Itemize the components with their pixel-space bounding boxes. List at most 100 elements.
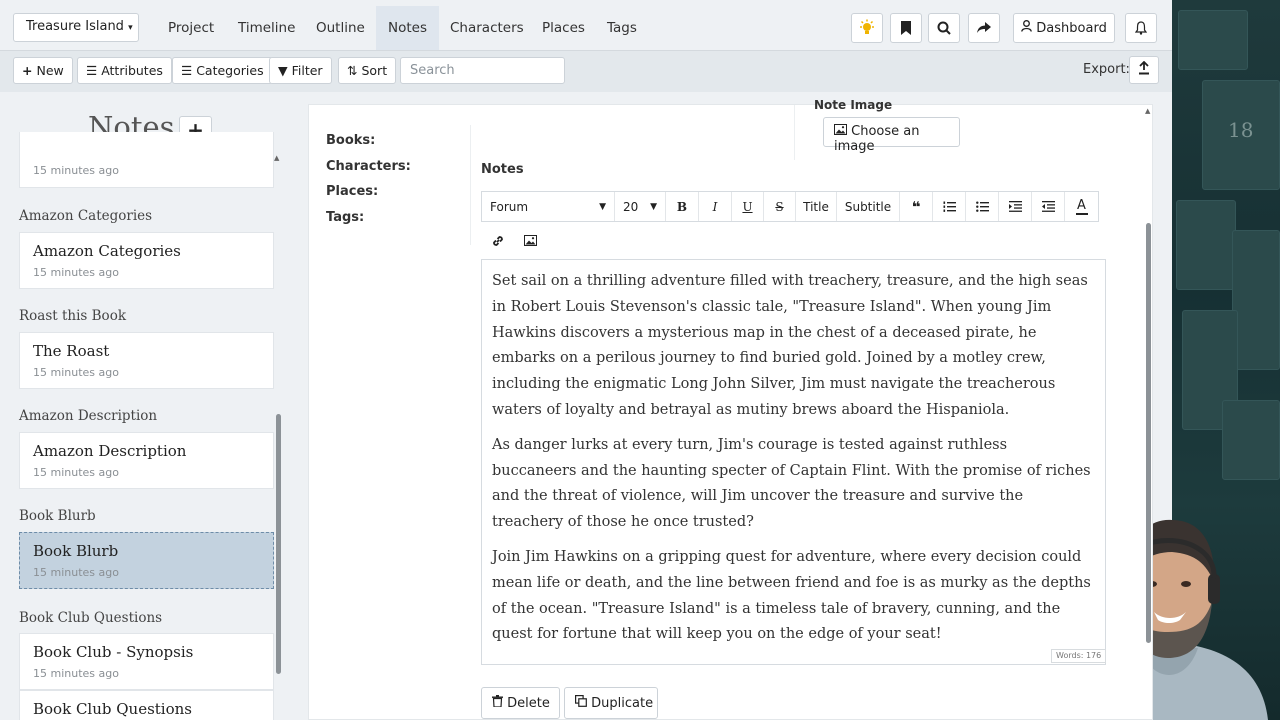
font-select-value: Forum	[490, 199, 529, 214]
title-format-button[interactable]: Title	[796, 192, 837, 221]
nav-timeline[interactable]: Timeline	[238, 6, 295, 50]
text-color-icon[interactable]: A	[1065, 192, 1098, 221]
indent-icon[interactable]	[999, 192, 1032, 221]
editor-paragraph: Join Jim Hawkins on a gripping quest for…	[492, 548, 1091, 643]
editor-paragraph: Set sail on a thrilling adventure filled…	[492, 273, 1088, 418]
list-item[interactable]: The Roast 15 minutes ago	[19, 332, 274, 389]
list-item[interactable]: 15 minutes ago	[19, 132, 274, 188]
caret-down-icon: ▼	[599, 201, 606, 212]
note-timestamp: 15 minutes ago	[33, 266, 119, 279]
sort-label: Sort	[361, 63, 388, 78]
choose-image-button[interactable]: Choose an image	[823, 117, 960, 154]
list-icon: ☰	[86, 63, 98, 78]
group-label: Book Club Questions	[19, 610, 163, 626]
editor-toolbar-row2	[481, 226, 547, 255]
categories-label: Categories	[196, 63, 264, 78]
nav-places[interactable]: Places	[542, 6, 585, 50]
note-image-label: Note Image	[814, 98, 893, 112]
filter-icon: ▼	[278, 63, 288, 78]
list-item[interactable]: Book Club - Synopsis 15 minutes ago	[19, 633, 274, 690]
note-text-editor[interactable]: Set sail on a thrilling adventure filled…	[481, 259, 1106, 665]
nav-tags[interactable]: Tags	[607, 6, 637, 50]
link-icon[interactable]	[481, 226, 514, 255]
scroll-up-arrow-icon[interactable]: ▲	[274, 154, 279, 162]
ordered-list-icon[interactable]	[933, 192, 966, 221]
trash-icon	[492, 695, 507, 711]
filter-label: Filter	[291, 63, 323, 78]
dashboard-button[interactable]: Dashboard	[1013, 13, 1115, 43]
share-arrow-icon	[977, 22, 991, 33]
plus-icon: +	[22, 63, 33, 78]
note-timestamp: 15 minutes ago	[33, 164, 119, 177]
sort-button[interactable]: ⇅ Sort	[338, 57, 397, 84]
list-item[interactable]: Amazon Categories 15 minutes ago	[19, 232, 274, 289]
group-label: Amazon Categories	[19, 208, 153, 224]
insert-image-icon[interactable]	[514, 226, 547, 255]
export-button[interactable]	[1129, 56, 1159, 84]
note-title: Book Club - Synopsis	[33, 643, 194, 661]
notes-field-label: Notes	[481, 162, 524, 177]
export-label: Export:	[1083, 62, 1130, 77]
export-icon	[1139, 60, 1149, 75]
sidebar-scrollbar[interactable]	[276, 414, 281, 674]
nav-project[interactable]: Project	[168, 6, 214, 50]
quote-icon[interactable]: ❝	[900, 192, 933, 221]
editor-toolbar: Forum ▼ 20 ▼ B I U S Title Subtitle ❝ A	[481, 191, 1099, 222]
strikethrough-icon[interactable]: S	[764, 192, 796, 221]
places-label: Places:	[326, 184, 379, 199]
search-button[interactable]	[928, 13, 960, 43]
underline-icon[interactable]: U	[732, 192, 764, 221]
font-size-select[interactable]: 20 ▼	[615, 192, 666, 221]
bullet-list-icon[interactable]	[966, 192, 999, 221]
notes-toolbar: + New ☰ Attributes ☰ Categories ▼ Filter…	[0, 50, 1172, 92]
search-icon	[937, 21, 951, 35]
ideas-button[interactable]	[851, 13, 883, 43]
tags-label: Tags:	[326, 210, 365, 225]
note-timestamp: 15 minutes ago	[33, 566, 119, 579]
caret-down-icon: ▼	[650, 201, 657, 212]
new-note-button[interactable]: + New	[13, 57, 73, 84]
subtitle-format-button[interactable]: Subtitle	[837, 192, 900, 221]
group-label: Roast this Book	[19, 308, 126, 324]
image-icon	[834, 124, 851, 139]
delete-button[interactable]: Delete	[481, 687, 560, 719]
bookmark-button[interactable]	[890, 13, 922, 43]
bold-icon[interactable]: B	[666, 192, 699, 221]
duplicate-button[interactable]: Duplicate	[564, 687, 658, 719]
word-count: Words: 176	[1051, 649, 1106, 663]
note-title: Amazon Categories	[33, 242, 181, 260]
note-timestamp: 15 minutes ago	[33, 366, 119, 379]
bell-icon	[1135, 21, 1147, 35]
duplicate-label: Duplicate	[591, 696, 654, 711]
note-title: Amazon Description	[33, 442, 187, 460]
notifications-button[interactable]	[1125, 13, 1157, 43]
nav-characters[interactable]: Characters	[450, 6, 524, 50]
bookmark-icon	[901, 21, 911, 35]
nav-outline[interactable]: Outline	[316, 6, 365, 50]
project-selector[interactable]: Treasure Island ▾	[13, 13, 139, 42]
list-item-selected[interactable]: Book Blurb 15 minutes ago	[19, 532, 274, 589]
filter-button[interactable]: ▼ Filter	[269, 57, 332, 84]
font-size-value: 20	[623, 199, 639, 214]
attributes-label: Attributes	[101, 63, 163, 78]
list-icon: ☰	[181, 63, 193, 78]
note-timestamp: 15 minutes ago	[33, 667, 119, 680]
note-detail-panel: Books: Characters: Places: Tags: Note Im…	[308, 98, 1153, 720]
italic-icon[interactable]: I	[699, 192, 732, 221]
outdent-icon[interactable]	[1032, 192, 1065, 221]
list-item[interactable]: Amazon Description 15 minutes ago	[19, 432, 274, 489]
share-button[interactable]	[968, 13, 1000, 43]
project-selector-label: Treasure Island	[26, 19, 124, 34]
note-title: Book Blurb	[33, 542, 119, 560]
nav-notes[interactable]: Notes	[376, 6, 439, 50]
list-item[interactable]: Book Club Questions	[19, 690, 274, 720]
content-scrollbar[interactable]	[1146, 223, 1151, 643]
scroll-up-arrow-icon[interactable]: ▲	[1145, 107, 1150, 115]
font-select[interactable]: Forum ▼	[482, 192, 615, 221]
attributes-button[interactable]: ☰ Attributes	[77, 57, 172, 84]
categories-button[interactable]: ☰ Categories	[172, 57, 273, 84]
lightbulb-icon	[860, 19, 874, 34]
new-label: New	[36, 63, 64, 78]
search-input[interactable]	[400, 57, 565, 84]
characters-label: Characters:	[326, 159, 411, 174]
